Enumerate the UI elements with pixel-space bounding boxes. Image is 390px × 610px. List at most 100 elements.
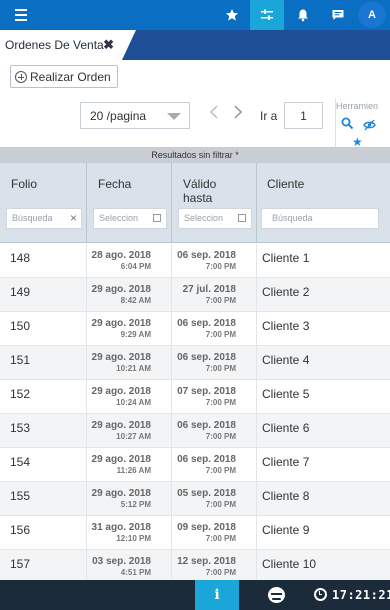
close-icon[interactable]: ✖ [103,38,114,52]
goto-page-input[interactable] [284,102,323,129]
folio-value: 148 [10,251,31,265]
table-row[interactable]: 152 29 ago. 2018 10:24 AM 07 sep. 2018 7:0… [0,380,390,414]
header-label: Fecha [98,177,132,191]
table-row[interactable]: 154 29 ago. 2018 11:26 AM 06 sep. 2018 7:0… [0,448,390,482]
valido-filter-input[interactable]: Seleccion [178,208,252,229]
date-value: 03 sep. 2018 [92,556,151,567]
table-row[interactable]: 149 29 ago. 2018 8:42 AM 27 jul. 2018 7:00… [0,278,390,312]
tools-panel: Herramien ★ [335,98,390,150]
folio-filter-input[interactable]: Búsqueda × [6,208,82,229]
time-value: 7:00 PM [205,398,236,407]
time-value: 7:00 PM [205,296,236,305]
mood-icon[interactable] [268,587,285,603]
avatar[interactable]: A [358,2,386,28]
folio-value: 149 [10,285,31,299]
valido-cell: 06 sep. 2018 7:00 PM [172,312,257,346]
date-value: 06 sep. 2018 [177,318,236,329]
chevron-left-icon[interactable] [208,104,220,125]
cliente-cell: Cliente 3 [257,312,390,346]
tools-label: Herramien [336,101,379,111]
time-value: 10:27 AM [116,432,151,441]
cliente-cell: Cliente 10 [257,550,390,584]
clock-time: 17:21:21 [332,588,390,602]
valido-cell: 06 sep. 2018 7:00 PM [172,448,257,482]
header-fecha[interactable]: Fecha Seleccion [87,163,172,243]
cliente-filter-input[interactable]: Búsqueda [261,208,379,229]
cliente-value: Cliente 10 [262,557,317,571]
header-folio[interactable]: Folio Búsqueda × [0,163,87,243]
avatar-initial: A [368,9,376,21]
filter-placeholder: Seleccion [184,213,224,223]
date-value: 29 ago. 2018 [91,488,151,499]
table-row[interactable]: 155 29 ago. 2018 5:12 PM 05 sep. 2018 7:00… [0,482,390,516]
folio-cell: 154 [0,448,87,482]
header-cliente[interactable]: Cliente Búsqueda [257,163,390,243]
time-value: 7:00 PM [205,262,236,271]
time-value: 5:12 PM [120,500,151,509]
table-row[interactable]: 153 29 ago. 2018 10:27 AM 06 sep. 2018 7:0… [0,414,390,448]
info-icon[interactable]: i [195,580,239,610]
cliente-cell: Cliente 1 [257,244,390,278]
header-valido[interactable]: Válido hasta Seleccion [172,163,257,243]
header-label: Folio [11,177,38,191]
page-size-select[interactable]: 20 /pagina [80,102,190,129]
time-value: 7:00 PM [205,330,236,339]
table-row[interactable]: 148 28 ago. 2018 6:04 PM 06 sep. 2018 7:00… [0,244,390,278]
date-value: 06 sep. 2018 [177,454,236,465]
cliente-cell: Cliente 5 [257,380,390,414]
bell-icon[interactable] [286,0,320,30]
cliente-value: Cliente 6 [262,421,310,435]
time-value: 11:26 AM [116,466,151,475]
folio-cell: 149 [0,278,87,312]
tab-ordenes-de-venta[interactable]: Ordenes De Venta ✖ [0,30,122,60]
folio-cell: 148 [0,244,87,278]
fecha-cell: 28 ago. 2018 6:04 PM [87,244,172,278]
table-row[interactable]: 151 29 ago. 2018 10:21 AM 06 sep. 2018 7:0… [0,346,390,380]
folio-cell: 151 [0,346,87,380]
fecha-cell: 03 sep. 2018 4:51 PM [87,550,172,584]
folio-value: 150 [10,319,31,333]
app-window: A Ordenes De Venta ✖ Realizar Orden 20 /… [0,0,390,610]
chevron-right-icon[interactable] [232,104,244,125]
cliente-value: Cliente 7 [262,455,310,469]
folio-cell: 155 [0,482,87,516]
caret-down-icon [167,113,181,120]
date-value: 06 sep. 2018 [177,420,236,431]
time-value: 9:29 AM [120,330,151,339]
calendar-icon[interactable] [238,214,246,222]
time-value: 7:00 PM [205,364,236,373]
calendar-icon[interactable] [153,214,161,222]
eye-slash-icon[interactable] [363,118,376,136]
fecha-cell: 31 ago. 2018 12:10 PM [87,516,172,550]
new-order-button[interactable]: Realizar Orden [10,65,118,88]
cliente-value: Cliente 2 [262,285,310,299]
cliente-value: Cliente 1 [262,251,310,265]
sliders-icon[interactable] [250,0,284,30]
fecha-cell: 29 ago. 2018 10:27 AM [87,414,172,448]
table-row[interactable]: 157 03 sep. 2018 4:51 PM 12 sep. 2018 7:00… [0,550,390,584]
date-value: 28 ago. 2018 [91,250,151,261]
fecha-filter-input[interactable]: Seleccion [93,208,167,229]
valido-cell: 12 sep. 2018 7:00 PM [172,550,257,584]
tab-edge [122,30,136,60]
table-row[interactable]: 150 29 ago. 2018 9:29 AM 06 sep. 2018 7:00… [0,312,390,346]
valido-cell: 06 sep. 2018 7:00 PM [172,346,257,380]
star-icon[interactable] [215,0,249,30]
cliente-value: Cliente 9 [262,523,310,537]
table-row[interactable]: 156 31 ago. 2018 12:10 PM 09 sep. 2018 7:0… [0,516,390,550]
chat-icon[interactable] [321,0,355,30]
valido-cell: 07 sep. 2018 7:00 PM [172,380,257,414]
bottom-bar: i 17:21:21 [0,580,390,610]
grid-body: 148 28 ago. 2018 6:04 PM 06 sep. 2018 7:00… [0,244,390,584]
fecha-cell: 29 ago. 2018 10:21 AM [87,346,172,380]
date-value: 31 ago. 2018 [91,522,151,533]
menu-icon[interactable] [6,0,36,30]
valido-cell: 05 sep. 2018 7:00 PM [172,482,257,516]
date-value: 29 ago. 2018 [91,352,151,363]
plus-circle-icon [15,70,27,83]
time-value: 7:00 PM [205,432,236,441]
search-icon[interactable] [341,117,354,135]
clear-icon[interactable]: × [70,209,77,228]
time-value: 7:00 PM [205,500,236,509]
date-value: 12 sep. 2018 [177,556,236,567]
